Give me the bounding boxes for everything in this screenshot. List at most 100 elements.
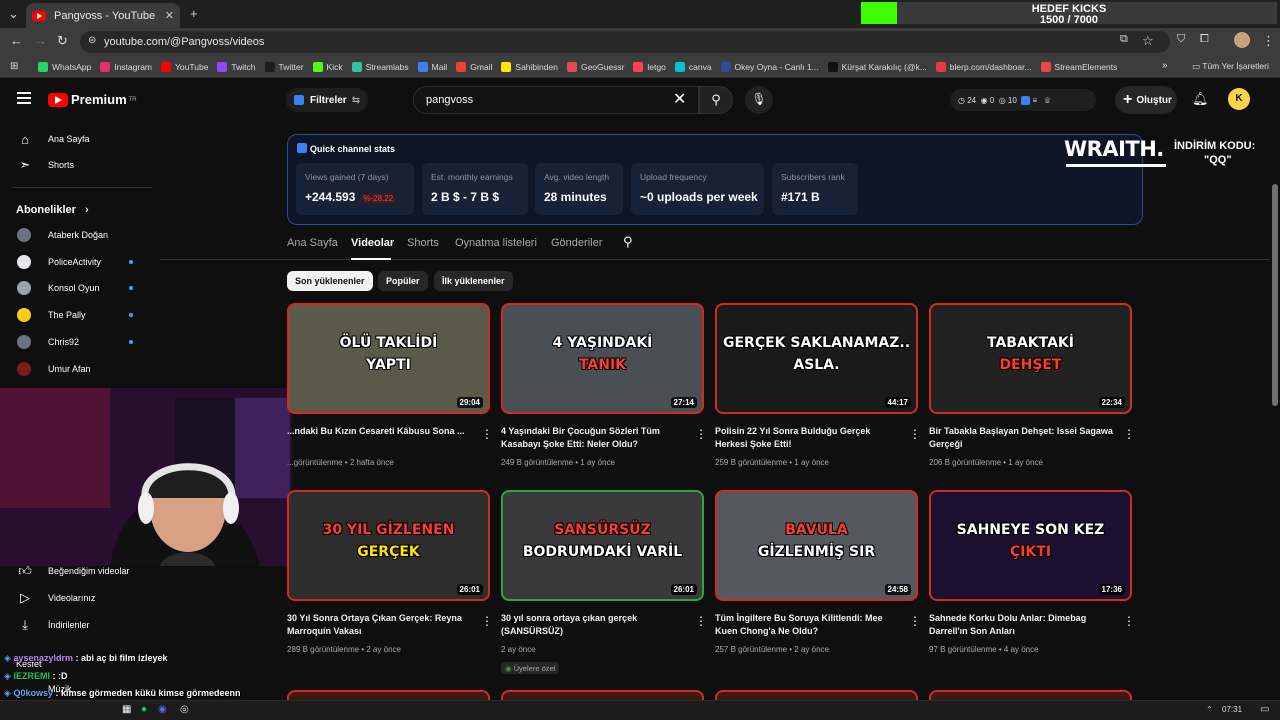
video-card[interactable]: SANSÜRSÜZ BODRUMDAKİ VARİL 26:01 30 yıl son…	[501, 490, 707, 675]
browser-tab[interactable]: Pangvoss - YouTube ✕	[26, 3, 180, 28]
tab-playlists[interactable]: Oynatma listeleri	[455, 237, 537, 249]
video-card[interactable]: TABAKTAKİ DEHŞET 22:34 Bir Tabakla Başlayan…	[929, 303, 1135, 488]
subscriptions-heading[interactable]: Abonelikler ›	[16, 204, 89, 216]
more-actions-icon[interactable]: ⋮	[1123, 427, 1135, 441]
video-thumbnail[interactable]: TABAKTAKİ DEHŞET 22:34	[929, 303, 1132, 414]
bookmark-item[interactable]: Okey Oyna - Canlı 1...	[720, 61, 819, 72]
more-actions-icon[interactable]: ⋮	[481, 427, 493, 441]
search-button[interactable]: ⚲	[699, 86, 733, 114]
video-thumbnail[interactable]: ÖLÜ TAKLİDİ YAPTI 29:04	[287, 303, 490, 414]
reload-icon[interactable]: ↻	[57, 33, 68, 49]
subscription-item[interactable]: Chris92	[0, 329, 155, 355]
subscription-item[interactable]: Konsol Oyun	[0, 275, 155, 301]
youtube-logo[interactable]: Premium TR	[48, 92, 137, 107]
bookmark-item[interactable]: Twitter	[264, 61, 304, 72]
extension-stats[interactable]: ◷ 24 ◉ 0 ◎ 10 ≡ ♕	[950, 89, 1096, 111]
tray-chevron-icon[interactable]: ⌃	[1206, 705, 1213, 714]
tab-videos[interactable]: Videolar	[351, 237, 394, 249]
tab-posts[interactable]: Gönderiler	[551, 237, 602, 249]
tab-shorts[interactable]: Shorts	[407, 237, 439, 249]
video-title[interactable]: Tüm İngiltere Bu Soruya Kilitlendi: Mee …	[715, 612, 901, 638]
video-thumbnail[interactable]: 30 YIL GİZLENEN GERÇEK 26:01	[287, 490, 490, 601]
taskbar-app-icon[interactable]: ●	[141, 704, 147, 715]
account-avatar[interactable]: K	[1228, 88, 1250, 110]
video-title[interactable]: Polisin 22 Yıl Sonra Bulduğu Gerçek Herk…	[715, 425, 901, 451]
video-title[interactable]: 30 Yıl Sonra Ortaya Çıkan Gerçek: Reyna …	[287, 612, 473, 638]
more-actions-icon[interactable]: ⋮	[1123, 614, 1135, 628]
video-card[interactable]: GERÇEK SAKLANAMAZ.. ASLA. 44:17 Polisin 22 …	[715, 303, 921, 488]
apps-grid-icon[interactable]: ⊞	[10, 61, 18, 72]
chip-popular[interactable]: Popüler	[378, 271, 428, 291]
video-card[interactable]: ÖLÜ TAKLİDİ YAPTI 29:04 ...ndaki Bu Kızın C…	[287, 303, 493, 488]
subscription-item[interactable]: PoliceActivity	[0, 249, 155, 275]
tab-home[interactable]: Ana Sayfa	[287, 237, 338, 249]
more-bookmarks-icon[interactable]: »	[1162, 60, 1168, 71]
sidebar-item-home[interactable]: ⌂ Ana Sayfa	[0, 126, 155, 152]
video-title[interactable]: ...ndaki Bu Kızın Cesareti Kâbusu Sona .…	[287, 425, 473, 438]
voice-search-button[interactable]: 🎙︎	[745, 86, 773, 114]
profile-avatar[interactable]	[1234, 32, 1250, 48]
bookmark-item[interactable]: GeoGuessr	[566, 61, 624, 72]
bookmark-star-icon[interactable]: ☆	[1142, 33, 1154, 49]
bookmark-item[interactable]: Kürşat Karakılıç (@k...	[827, 61, 927, 72]
bookmark-item[interactable]: blerp.com/dashboar...	[935, 61, 1032, 72]
url-field[interactable]: youtube.com/@Pangvoss/videos	[80, 31, 1170, 53]
search-input[interactable]: pangvoss	[413, 86, 699, 114]
shield-icon[interactable]: ⛉	[1177, 33, 1185, 46]
bookmark-item[interactable]: StreamElements	[1040, 61, 1117, 72]
bookmark-item[interactable]: Mail	[417, 61, 447, 72]
extensions-icon[interactable]: ⧠	[1200, 33, 1209, 46]
video-thumbnail-partial[interactable]	[501, 690, 704, 700]
bookmark-item[interactable]: Streamlabs	[351, 61, 409, 72]
back-icon[interactable]: ←	[10, 33, 23, 48]
bookmark-item[interactable]: Twitch	[217, 61, 256, 72]
video-thumbnail[interactable]: 4 YAŞINDAKİ TANIK 27:14	[501, 303, 704, 414]
bookmark-item[interactable]: canva	[674, 61, 712, 72]
more-actions-icon[interactable]: ⋮	[481, 614, 493, 628]
subscription-item[interactable]: The Pally	[0, 302, 155, 328]
more-actions-icon[interactable]: ⋮	[695, 427, 707, 441]
new-tab-icon[interactable]: +	[190, 6, 198, 21]
tab-list-icon[interactable]: ⌄	[8, 6, 19, 22]
video-thumbnail[interactable]: SANSÜRSÜZ BODRUMDAKİ VARİL 26:01	[501, 490, 704, 601]
bookmark-item[interactable]: Kick	[312, 61, 343, 72]
bookmark-item[interactable]: Instagram	[100, 61, 152, 72]
filters-button[interactable]: Filtreler ⇆	[286, 88, 369, 112]
chip-oldest[interactable]: İlk yüklenenler	[434, 271, 513, 291]
bookmark-item[interactable]: YouTube	[161, 61, 208, 72]
video-title[interactable]: Sahnede Korku Dolu Anlar: Dimebag Darrel…	[929, 612, 1115, 638]
video-thumbnail-partial[interactable]	[929, 690, 1132, 700]
discord-icon[interactable]: ◉	[158, 704, 167, 715]
chip-latest[interactable]: Son yüklenenler	[287, 271, 373, 291]
video-thumbnail-partial[interactable]	[715, 690, 918, 700]
video-title[interactable]: 4 Yaşındaki Bir Çocuğun Sözleri Tüm Kasa…	[501, 425, 687, 451]
video-thumbnail[interactable]: GERÇEK SAKLANAMAZ.. ASLA. 44:17	[715, 303, 918, 414]
bookmark-item[interactable]: Sahibinden	[501, 61, 558, 72]
scrollbar-thumb[interactable]	[1272, 184, 1278, 406]
subscription-item[interactable]: Umur Afan	[0, 356, 155, 382]
forward-icon[interactable]: →	[34, 33, 47, 48]
site-info-icon[interactable]: ⊜	[88, 35, 96, 46]
video-thumbnail[interactable]: SAHNEYE SON KEZ ÇIKTI 17:36	[929, 490, 1132, 601]
clear-search-icon[interactable]: ✕	[673, 89, 686, 109]
bookmark-item[interactable]: WhatsApp	[38, 61, 91, 72]
browser-menu-icon[interactable]: ⋮	[1262, 33, 1275, 49]
menu-icon[interactable]	[17, 92, 31, 104]
bookmark-item[interactable]: Gmail	[456, 61, 492, 72]
channel-search-icon[interactable]: ⚲	[623, 234, 633, 250]
video-card[interactable]: BAVULA GİZLENMİŞ SIR 24:58 Tüm İngiltere Bu…	[715, 490, 921, 675]
notification-icon[interactable]: ▭	[1260, 704, 1269, 715]
sidebar-item-downloads[interactable]: ⤓ İndirilenler	[0, 612, 155, 638]
video-card[interactable]: 30 YIL GİZLENEN GERÇEK 26:01 30 Yıl Sonra O…	[287, 490, 493, 675]
video-title[interactable]: 30 yıl sonra ortaya çıkan gerçek (SANSÜR…	[501, 612, 687, 638]
create-button[interactable]: + Oluştur	[1115, 86, 1177, 114]
more-actions-icon[interactable]: ⋮	[695, 614, 707, 628]
video-thumbnail[interactable]: BAVULA GİZLENMİŞ SIR 24:58	[715, 490, 918, 601]
more-actions-icon[interactable]: ⋮	[909, 614, 921, 628]
video-card[interactable]: SAHNEYE SON KEZ ÇIKTI 17:36 Sahnede Korku D…	[929, 490, 1135, 675]
notifications-bell-icon[interactable]: 🔔︎	[1192, 91, 1209, 107]
more-actions-icon[interactable]: ⋮	[909, 427, 921, 441]
obs-icon[interactable]: ◎	[180, 704, 189, 715]
cast-icon[interactable]: ⧉	[1120, 33, 1128, 46]
subscription-item[interactable]: Ataberk Doğan	[0, 222, 155, 248]
